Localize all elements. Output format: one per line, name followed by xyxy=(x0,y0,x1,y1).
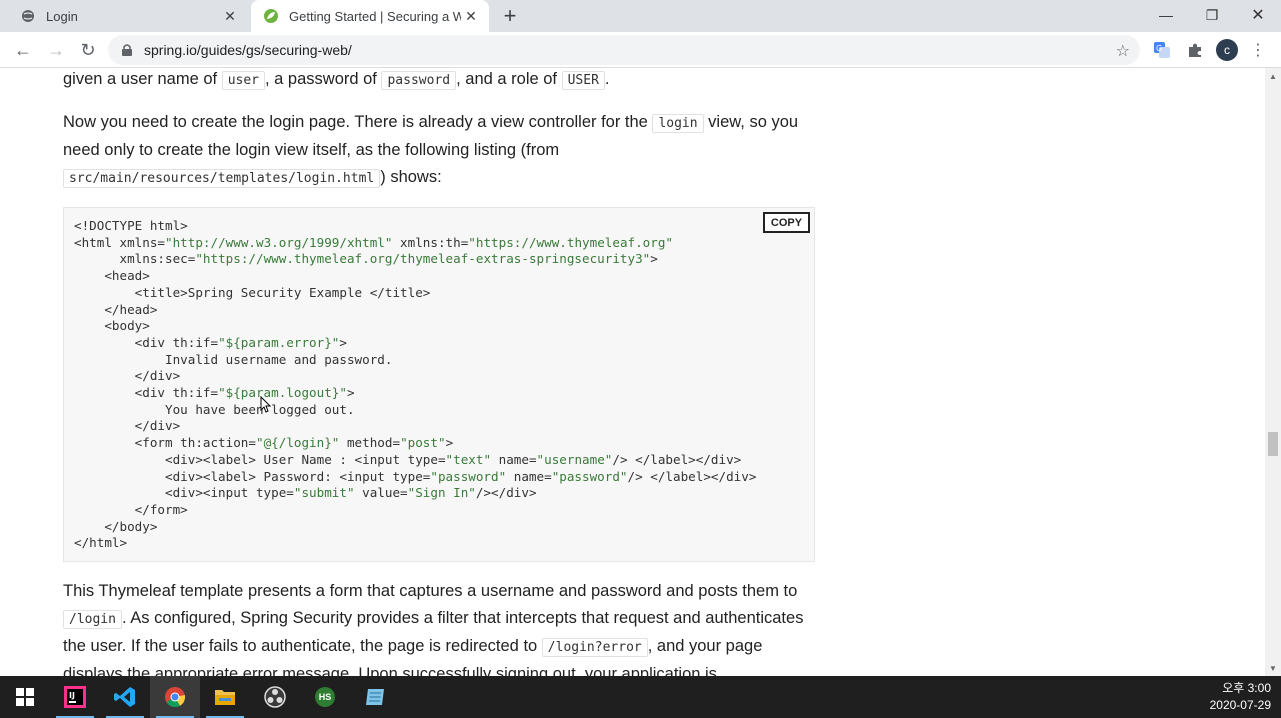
tab-login[interactable]: Login ✕ xyxy=(8,0,248,32)
system-clock[interactable]: 오후 3:00 2020-07-29 xyxy=(1210,680,1271,714)
paragraph-thymeleaf: This Thymeleaf template presents a form … xyxy=(63,578,823,676)
inline-code: password xyxy=(381,71,457,90)
bookmark-star-icon[interactable]: ☆ xyxy=(1116,41,1130,61)
vertical-scrollbar[interactable]: ▲ ▼ xyxy=(1265,68,1281,676)
close-icon[interactable]: ✕ xyxy=(461,6,481,26)
reload-icon[interactable]: ↻ xyxy=(74,36,102,64)
clock-time: 오후 3:00 xyxy=(1222,681,1271,695)
forward-arrow-icon[interactable]: → xyxy=(42,36,70,64)
inline-code: /login?error xyxy=(541,638,648,657)
tab-title: Getting Started | Securing a Web xyxy=(289,8,461,24)
start-icon[interactable] xyxy=(0,676,50,718)
text: . xyxy=(604,70,610,88)
menu-kebab-icon[interactable]: ⋮ xyxy=(1250,38,1266,62)
address-bar[interactable]: spring.io/guides/gs/securing-web/ ☆ xyxy=(108,35,1140,65)
text: given a user name of xyxy=(63,70,222,88)
tab-getting-started[interactable]: Getting Started | Securing a Web ✕ xyxy=(251,0,489,32)
code-block[interactable]: <!DOCTYPE html> <html xmlns="http://www.… xyxy=(63,207,815,562)
intellij-icon[interactable]: IJ xyxy=(50,676,100,718)
text: Now you need to create the login page. T… xyxy=(63,113,653,131)
text: ) shows: xyxy=(380,168,442,186)
inline-code: user xyxy=(221,71,265,90)
obs-icon[interactable] xyxy=(250,676,300,718)
url-text: spring.io/guides/gs/securing-web/ xyxy=(144,42,352,58)
svg-text:G: G xyxy=(1156,44,1162,53)
scrollbar-thumb[interactable] xyxy=(1268,432,1278,456)
copy-button[interactable]: COPY xyxy=(763,212,810,233)
text: This Thymeleaf template presents a form … xyxy=(63,582,798,600)
mouse-cursor-icon xyxy=(260,395,272,419)
tab-strip: Login ✕ Getting Started | Securing a Web… xyxy=(0,0,1281,32)
file-explorer-icon[interactable] xyxy=(200,676,250,718)
globe-icon xyxy=(20,8,36,24)
inline-code: src/main/resources/templates/login.html xyxy=(63,169,381,188)
restore-icon[interactable]: ❐ xyxy=(1189,0,1235,30)
inline-code: /login xyxy=(63,610,122,629)
profile-avatar[interactable]: c xyxy=(1216,39,1238,61)
tab-title: Login xyxy=(46,8,78,24)
scroll-down-icon[interactable]: ▼ xyxy=(1268,663,1278,673)
paragraph-credentials: given a user name of user, a password of… xyxy=(63,68,823,94)
lock-icon xyxy=(122,44,136,56)
vscode-icon[interactable] xyxy=(100,676,150,718)
minimize-icon[interactable]: — xyxy=(1143,0,1189,30)
back-arrow-icon[interactable]: ← xyxy=(9,36,37,64)
inline-code: USER xyxy=(561,71,605,90)
chrome-icon[interactable] xyxy=(150,676,200,718)
scroll-up-icon[interactable]: ▲ xyxy=(1268,71,1278,81)
browser-toolbar: ← → ↻ spring.io/guides/gs/securing-web/ … xyxy=(0,32,1281,68)
hs-label: HS xyxy=(318,692,332,702)
clock-date: 2020-07-29 xyxy=(1209,698,1271,712)
code-listing: <!DOCTYPE html> <html xmlns="http://www.… xyxy=(74,218,757,551)
translate-extension-icon[interactable]: G xyxy=(1150,38,1174,62)
windows-taskbar: IJ HS 오후 3:00 2020-07-29 xyxy=(0,676,1281,718)
svg-text:IJ: IJ xyxy=(69,691,75,700)
hs-icon[interactable]: HS xyxy=(300,676,350,718)
paragraph-login-page: Now you need to create the login page. T… xyxy=(63,109,823,192)
extensions-puzzle-icon[interactable] xyxy=(1183,38,1207,62)
window-close-icon[interactable]: ✕ xyxy=(1235,0,1281,30)
text: , and a role of xyxy=(456,70,562,88)
notepad-icon[interactable] xyxy=(350,676,400,718)
inline-code: login xyxy=(652,114,704,133)
spring-leaf-icon xyxy=(263,8,279,24)
new-tab-icon[interactable]: + xyxy=(498,3,522,28)
close-icon[interactable]: ✕ xyxy=(220,6,240,26)
text: , a password of xyxy=(265,70,382,88)
page-content: given a user name of user, a password of… xyxy=(0,68,1265,676)
